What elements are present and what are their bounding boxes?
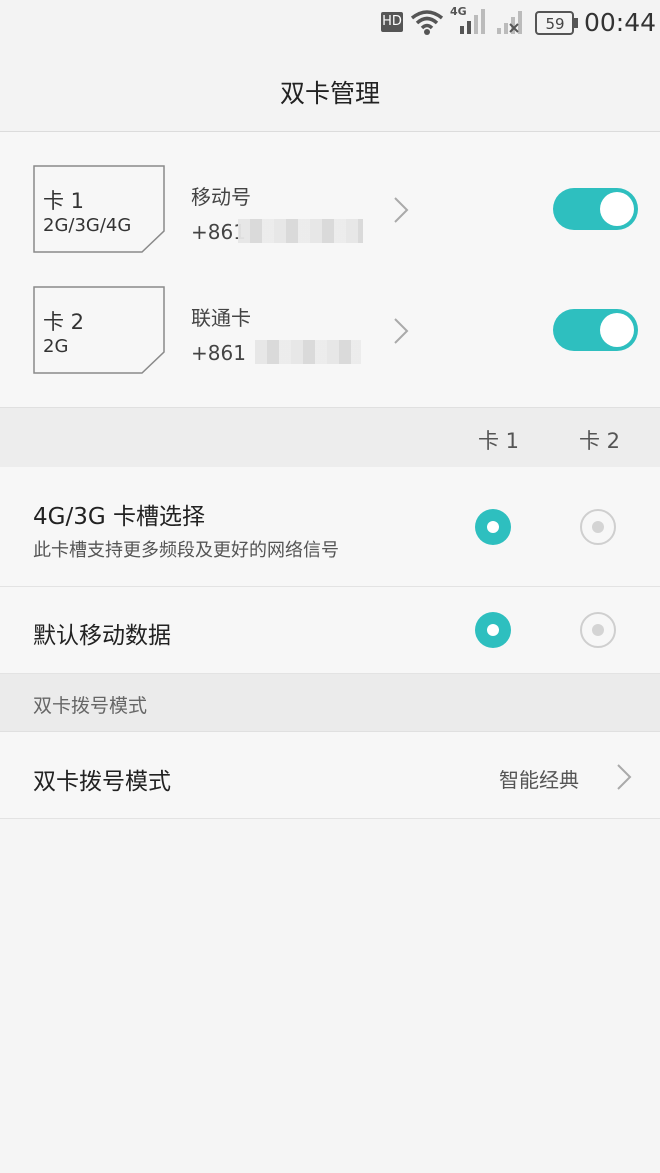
sim-carrier-name[interactable]: 移动号	[191, 181, 251, 210]
chevron-right-icon[interactable]	[392, 195, 410, 225]
sim-row-2: 卡 2 2G 联通卡 +861	[0, 286, 660, 386]
slot-select-radio-card-2[interactable]	[580, 509, 616, 545]
number-redaction	[255, 340, 361, 364]
column-card-1: 卡 1	[478, 429, 520, 453]
wifi-icon	[410, 10, 444, 35]
sim-card-icon: 卡 1 2G/3G/4G	[33, 165, 165, 257]
section-header-label: 双卡拨号模式	[33, 695, 148, 717]
signal-4g-icon: 4G	[450, 5, 485, 34]
sim-card-icon: 卡 2 2G	[33, 286, 165, 378]
svg-text:59: 59	[545, 15, 564, 33]
dial-mode-value: 智能经典	[499, 768, 579, 792]
sim-phone-number: +861	[191, 341, 246, 365]
default-data-radio-card-2[interactable]	[580, 612, 616, 648]
sim-carrier-name[interactable]: 联通卡	[191, 302, 251, 331]
sim-2-toggle[interactable]	[553, 309, 638, 351]
toggle-knob	[600, 192, 634, 226]
default-data-radio-card-1[interactable]	[475, 612, 511, 648]
sim-slot-label: 卡 2	[43, 310, 85, 334]
sim-1-toggle[interactable]	[553, 188, 638, 230]
column-card-2: 卡 2	[579, 429, 621, 453]
slot-select-row: 4G/3G 卡槽选择 此卡槽支持更多频段及更好的网络信号	[0, 467, 660, 587]
slot-select-subtitle: 此卡槽支持更多频段及更好的网络信号	[33, 540, 339, 561]
sim-list: 卡 1 2G/3G/4G 移动号 +861 卡 2 2G 联通卡 +861	[0, 132, 660, 407]
svg-text:4G: 4G	[450, 5, 467, 18]
chevron-right-icon	[617, 764, 632, 790]
dial-mode-row[interactable]: 双卡拨号模式 智能经典	[0, 732, 660, 819]
app-header: 双卡管理	[0, 46, 660, 132]
sim-slot-label: 卡 1	[43, 189, 85, 213]
default-data-title: 默认移动数据	[33, 623, 171, 649]
signal-no-sim-icon	[497, 11, 522, 34]
number-redaction	[238, 219, 363, 243]
toggle-knob	[600, 313, 634, 347]
clock: 00:44	[584, 8, 657, 37]
battery-icon: 59	[535, 11, 578, 35]
slot-select-radio-card-1[interactable]	[475, 509, 511, 545]
sim-network-type: 2G	[43, 336, 69, 357]
sim-network-type: 2G/3G/4G	[43, 215, 132, 236]
default-data-row: 默认移动数据	[0, 587, 660, 674]
hd-icon: HD	[381, 12, 403, 32]
slot-select-title: 4G/3G 卡槽选择	[33, 504, 205, 530]
dial-mode-title: 双卡拨号模式	[33, 769, 171, 795]
card-column-header: 卡 1 卡 2	[0, 407, 660, 468]
dial-mode-section-header: 双卡拨号模式	[0, 674, 660, 732]
chevron-right-icon[interactable]	[392, 316, 410, 346]
sim-row-1: 卡 1 2G/3G/4G 移动号 +861	[0, 165, 660, 265]
page-title: 双卡管理	[279, 79, 380, 108]
status-bar: HD 4G 59 00:44	[0, 0, 660, 46]
